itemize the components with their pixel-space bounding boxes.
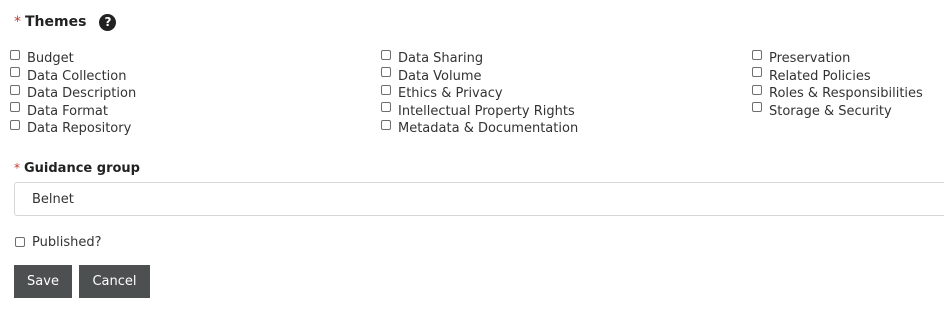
required-marker: * xyxy=(14,14,21,30)
save-button[interactable]: Save xyxy=(14,265,72,298)
theme-option-label: Data Volume xyxy=(398,68,482,84)
theme-option-label: Data Description xyxy=(27,86,137,102)
theme-option[interactable]: Metadata & Documentation xyxy=(381,119,579,138)
theme-option[interactable]: Preservation xyxy=(752,49,923,68)
guidance-group-label: * Guidance group xyxy=(14,158,140,178)
checkbox[interactable] xyxy=(10,102,20,113)
checkbox[interactable] xyxy=(381,102,391,113)
published-option[interactable]: Published? xyxy=(15,232,102,252)
question-circle-icon[interactable]: ? xyxy=(99,13,117,31)
published-label: Published? xyxy=(32,234,102,250)
checkbox[interactable] xyxy=(10,84,20,95)
theme-option-label: Preservation xyxy=(769,51,851,67)
guidance-group-select[interactable]: Belnet xyxy=(14,182,944,216)
checkbox[interactable] xyxy=(752,102,762,113)
theme-option-label: Ethics & Privacy xyxy=(398,86,503,102)
theme-option[interactable]: Intellectual Property Rights xyxy=(381,102,578,121)
theme-option[interactable]: Data Collection xyxy=(10,67,136,86)
theme-option[interactable]: Data Description xyxy=(10,84,137,103)
theme-option-label: Roles & Responsibilities xyxy=(769,86,923,102)
themes-header: * Themes ? xyxy=(14,11,117,33)
themes-column-2: Data Sharing Data Volume Ethics & Privac… xyxy=(381,49,579,138)
theme-option[interactable]: Roles & Responsibilities xyxy=(752,84,923,103)
checkbox[interactable] xyxy=(10,49,20,60)
guidance-group-selected-value: Belnet xyxy=(32,191,74,207)
theme-option-label: Data Collection xyxy=(27,68,127,84)
theme-option[interactable]: Ethics & Privacy xyxy=(381,84,578,103)
theme-option-label: Metadata & Documentation xyxy=(398,121,579,137)
checkbox[interactable] xyxy=(752,84,762,95)
checkbox[interactable] xyxy=(381,84,391,95)
theme-option[interactable]: Related Policies xyxy=(752,67,923,86)
cancel-button[interactable]: Cancel xyxy=(79,265,150,298)
theme-option[interactable]: Data Sharing xyxy=(381,49,578,68)
theme-option[interactable]: Data Format xyxy=(10,102,136,121)
checkbox[interactable] xyxy=(752,67,762,78)
theme-option[interactable]: Data Repository xyxy=(10,119,136,138)
checkbox[interactable] xyxy=(752,49,762,60)
theme-option-label: Budget xyxy=(27,51,74,67)
theme-option-label: Data Repository xyxy=(27,121,132,137)
theme-option-label: Related Policies xyxy=(769,68,871,84)
theme-option-label: Storage & Security xyxy=(769,103,892,119)
checkbox[interactable] xyxy=(381,49,391,60)
themes-column-1: Budget Data Collection Data Description … xyxy=(10,49,137,138)
theme-option[interactable]: Budget xyxy=(10,49,136,68)
published-checkbox[interactable] xyxy=(15,237,25,247)
checkbox[interactable] xyxy=(381,119,391,130)
themes-column-3: Preservation Related Policies Roles & Re… xyxy=(752,49,923,121)
checkbox[interactable] xyxy=(10,67,20,78)
theme-option-label: Data Format xyxy=(27,103,108,119)
themes-label: Themes xyxy=(25,14,87,30)
checkbox[interactable] xyxy=(10,119,20,130)
required-marker: * xyxy=(14,161,20,175)
guidance-group-label-text: Guidance group xyxy=(24,160,140,176)
theme-option[interactable]: Storage & Security xyxy=(752,102,923,121)
theme-option[interactable]: Data Volume xyxy=(381,67,578,86)
theme-option-label: Intellectual Property Rights xyxy=(398,103,575,119)
theme-option-label: Data Sharing xyxy=(398,51,484,67)
checkbox[interactable] xyxy=(381,67,391,78)
